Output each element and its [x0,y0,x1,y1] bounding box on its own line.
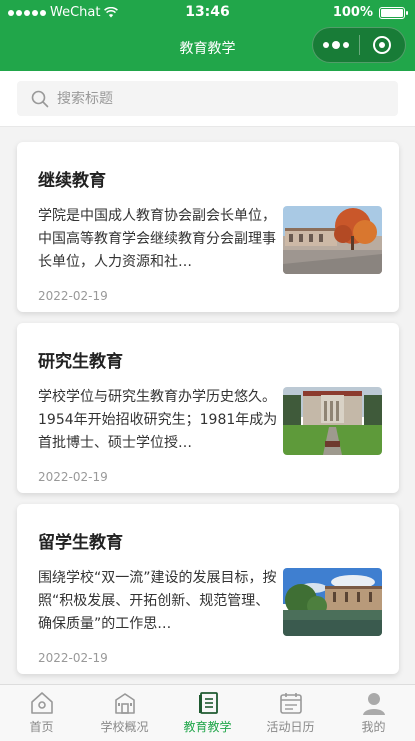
tab-label: 活动日历 [266,720,315,734]
article-date: 2022-02-19 [38,651,108,665]
tab-label: 学校概况 [100,720,149,734]
tab-school-overview[interactable]: 学校概况 [83,685,166,741]
tab-education[interactable]: 教育教学 [166,685,249,741]
article-thumbnail [283,206,382,274]
more-options-icon[interactable] [313,40,359,49]
tab-home[interactable]: 首页 [0,685,83,741]
navigation-bar: WeChat 13:46 100% 教育教学 [0,0,415,71]
tab-label: 我的 [361,720,386,734]
article-title: 研究生教育 [38,352,123,372]
battery-percent: 100% [332,5,373,20]
home-icon [30,692,53,714]
search-section [0,71,415,127]
article-summary: 围绕学校“双一流”建设的发展目标，按照“积极发展、开拓创新、规范管理、确保质量”… [38,570,277,632]
article-date: 2022-02-19 [38,470,108,484]
status-bar: WeChat 13:46 100% [0,0,415,26]
article-card[interactable]: 继续教育 学院是中国成人教育协会副会长单位，中国高等教育学会继续教育分会副理事长… [17,142,399,312]
school-icon [114,693,135,714]
article-summary: 学校学位与研究生教育办学历史悠久。1954年开始招收研究生；1981年成为首批博… [38,389,278,451]
tab-bar: 首页 学校概况 教育教学 活动日历 我的 [0,684,415,741]
book-icon [198,692,218,714]
battery-info: 100% [332,5,408,20]
search-box[interactable] [17,81,398,116]
search-input[interactable] [57,90,357,107]
close-miniprogram-button[interactable] [359,36,405,54]
tab-calendar[interactable]: 活动日历 [249,685,332,741]
tab-label: 首页 [29,720,54,734]
article-date: 2022-02-19 [38,289,108,303]
article-thumbnail [283,568,382,636]
search-icon [31,90,49,107]
article-card[interactable]: 留学生教育 围绕学校“双一流”建设的发展目标，按照“积极发展、开拓创新、规范管理… [17,504,399,674]
article-card[interactable]: 研究生教育 学校学位与研究生教育办学历史悠久。1954年开始招收研究生；1981… [17,323,399,493]
article-thumbnail [283,387,382,455]
calendar-icon [279,693,302,714]
miniprogram-capsule [312,27,406,63]
tab-mine[interactable]: 我的 [332,685,415,741]
article-title: 继续教育 [38,171,106,191]
user-icon [362,693,385,715]
close-ring-icon [373,36,392,54]
article-title: 留学生教育 [38,533,123,553]
article-summary: 学院是中国成人教育协会副会长单位，中国高等教育学会继续教育分会副理事长单位，人力… [38,208,276,270]
tab-label: 教育教学 [183,720,232,734]
battery-icon [379,6,408,19]
article-list: 继续教育 学院是中国成人教育协会副会长单位，中国高等教育学会继续教育分会副理事长… [17,142,399,685]
